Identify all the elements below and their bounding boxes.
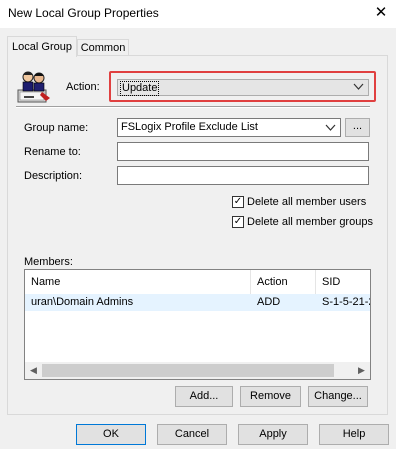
separator [16,106,370,108]
local-group-icon [16,68,52,104]
delete-users-checkbox[interactable]: ✓ [232,196,244,208]
tab-local-group[interactable]: Local Group [7,36,77,57]
horizontal-scrollbar[interactable]: ◀ ▶ [25,362,370,379]
delete-groups-checkbox[interactable]: ✓ [232,216,244,228]
rename-input[interactable] [117,142,369,161]
member-name-cell: uran\Domain Admins [31,296,134,308]
members-list[interactable]: Name Action SID uran\Domain Admins ADD S… [24,269,371,380]
column-header-name[interactable]: Name [25,270,251,294]
group-name-combo[interactable]: FSLogix Profile Exclude List [117,118,341,137]
delete-users-label: Delete all member users [247,196,367,208]
chevron-down-icon [325,122,336,136]
add-member-button[interactable]: Add... [175,386,233,407]
group-name-label: Group name: [24,122,89,134]
help-button[interactable]: Help [319,424,389,445]
action-label: Action: [66,81,100,93]
members-label: Members: [24,256,73,268]
change-member-button[interactable]: Change... [308,386,368,407]
ok-button[interactable]: OK [76,424,146,445]
rename-label: Rename to: [24,146,81,158]
close-icon[interactable]: ✕ [368,2,394,24]
scrollbar-thumb[interactable] [42,364,334,377]
member-sid-cell: S-1-5-21-26487 [322,296,370,308]
member-action-cell: ADD [257,296,281,308]
scroll-left-icon[interactable]: ◀ [25,362,42,379]
description-input[interactable] [117,166,369,185]
scroll-right-icon[interactable]: ▶ [353,362,370,379]
highlight-box [109,71,376,102]
column-header-sid[interactable]: SID [316,270,370,294]
cancel-button[interactable]: Cancel [157,424,227,445]
remove-member-button[interactable]: Remove [240,386,301,407]
apply-button[interactable]: Apply [238,424,308,445]
description-label: Description: [24,170,83,182]
column-header-action[interactable]: Action [251,270,316,294]
window-title: New Local Group Properties [8,6,159,20]
delete-groups-label: Delete all member groups [247,216,373,228]
group-name-value: FSLogix Profile Exclude List [121,121,258,133]
tab-common[interactable]: Common [77,39,129,56]
browse-group-button[interactable]: ... [345,118,370,137]
